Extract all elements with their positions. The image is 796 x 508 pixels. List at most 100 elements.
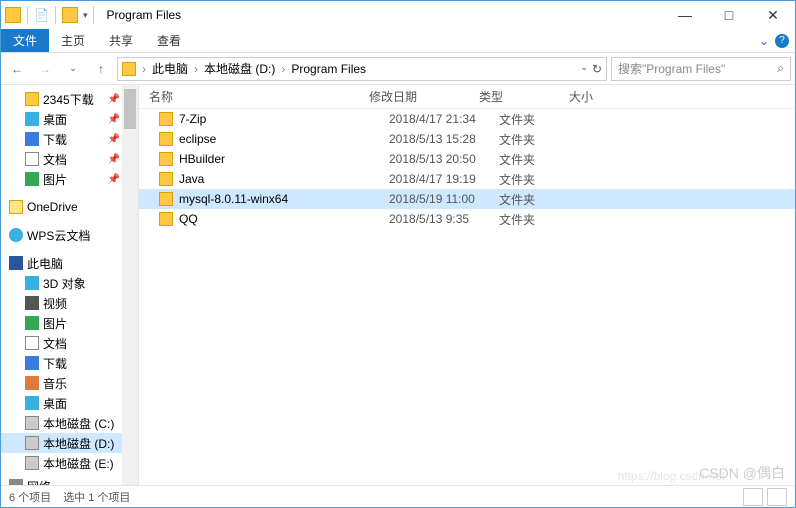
tree-item-label: 桌面 bbox=[43, 111, 67, 128]
tree-item[interactable]: 桌面 📌 bbox=[1, 109, 138, 129]
file-type: 文件夹 bbox=[499, 191, 589, 208]
tree-item-label: 文档 bbox=[43, 151, 67, 168]
back-button[interactable]: ← bbox=[5, 57, 29, 81]
folder-icon bbox=[159, 152, 173, 166]
file-date: 2018/4/17 21:34 bbox=[389, 112, 499, 126]
breadcrumb[interactable]: 本地磁盘 (D:) bbox=[200, 60, 279, 77]
tree-item[interactable]: 图片📌 bbox=[1, 169, 138, 189]
tab-share[interactable]: 共享 bbox=[97, 29, 145, 52]
file-name: eclipse bbox=[179, 132, 389, 146]
tree-item[interactable]: 本地磁盘 (C:) bbox=[1, 413, 138, 433]
tree-item[interactable]: 此电脑 bbox=[1, 253, 138, 273]
forward-button[interactable]: → bbox=[33, 57, 57, 81]
pc-icon bbox=[9, 256, 23, 270]
file-name: mysql-8.0.11-winx64 bbox=[179, 192, 389, 206]
tree-item-label: 此电脑 bbox=[27, 255, 63, 272]
tab-home[interactable]: 主页 bbox=[49, 29, 97, 52]
chevron-right-icon[interactable]: › bbox=[140, 62, 148, 76]
tree-item[interactable]: 图片 bbox=[1, 313, 138, 333]
tree-item[interactable]: 本地磁盘 (E:) bbox=[1, 453, 138, 473]
cloud-icon bbox=[9, 228, 23, 242]
selection-count: 选中 1 个项目 bbox=[63, 489, 130, 505]
tree-item-label: 2345下载 bbox=[43, 91, 94, 108]
col-size[interactable]: 大小 bbox=[569, 88, 629, 105]
column-headers[interactable]: 名称 修改日期 类型 大小 bbox=[139, 85, 795, 109]
dl-icon bbox=[25, 356, 39, 370]
file-type: 文件夹 bbox=[499, 131, 589, 148]
doc-icon bbox=[25, 336, 39, 350]
drive-icon bbox=[25, 436, 39, 450]
help-icon[interactable]: ? bbox=[775, 34, 789, 48]
view-icons-button[interactable] bbox=[767, 488, 787, 506]
pic-icon bbox=[25, 172, 39, 186]
doc-icon[interactable]: 📄 bbox=[34, 8, 49, 22]
refresh-icon[interactable]: ↻ bbox=[592, 62, 602, 76]
onedrive-icon bbox=[9, 200, 23, 214]
breadcrumb[interactable]: 此电脑 bbox=[148, 60, 192, 77]
table-row[interactable]: Java2018/4/17 19:19文件夹 bbox=[139, 169, 795, 189]
search-icon[interactable]: ⌕ bbox=[777, 61, 784, 76]
folder-icon bbox=[159, 212, 173, 226]
tree-item[interactable]: WPS云文档 bbox=[1, 225, 138, 245]
tree-item[interactable]: 文档 bbox=[1, 333, 138, 353]
view-details-button[interactable] bbox=[743, 488, 763, 506]
nav-tree[interactable]: 2345下载📌桌面📌下载📌文档📌图片📌OneDriveWPS云文档此电脑3D 对… bbox=[1, 85, 139, 485]
col-date[interactable]: 修改日期 bbox=[369, 88, 479, 105]
tree-item[interactable]: 3D 对象 bbox=[1, 273, 138, 293]
breadcrumb[interactable]: Program Files bbox=[287, 62, 370, 76]
tree-item-label: 文档 bbox=[43, 335, 67, 352]
pic-icon bbox=[25, 316, 39, 330]
file-type: 文件夹 bbox=[499, 111, 589, 128]
col-type[interactable]: 类型 bbox=[479, 88, 569, 105]
search-placeholder: 搜索"Program Files" bbox=[618, 60, 725, 77]
tree-item-label: 网络 bbox=[27, 478, 51, 486]
file-name: QQ bbox=[179, 212, 389, 226]
tree-item[interactable]: OneDrive bbox=[1, 197, 138, 217]
chevron-right-icon[interactable]: › bbox=[192, 62, 200, 76]
address-bar[interactable]: › 此电脑 › 本地磁盘 (D:) › Program Files ⌄ ↻ bbox=[117, 57, 607, 81]
table-row[interactable]: 7-Zip2018/4/17 21:34文件夹 bbox=[139, 109, 795, 129]
table-row[interactable]: mysql-8.0.11-winx642018/5/19 11:00文件夹 bbox=[139, 189, 795, 209]
status-bar: 6 个项目 选中 1 个项目 bbox=[1, 485, 795, 507]
tree-item[interactable]: 网络 bbox=[1, 476, 138, 485]
tree-item[interactable]: 本地磁盘 (D:) bbox=[1, 433, 138, 453]
watermark: CSDN @偶白 bbox=[699, 463, 785, 483]
table-row[interactable]: QQ2018/5/13 9:35文件夹 bbox=[139, 209, 795, 229]
close-button[interactable]: ✕ bbox=[751, 1, 795, 29]
tree-item-label: OneDrive bbox=[27, 200, 78, 214]
qat-dropdown-icon[interactable]: ▾ bbox=[83, 10, 88, 21]
ribbon-expand-icon[interactable]: ⌄ bbox=[759, 34, 769, 48]
folder-icon bbox=[122, 62, 136, 76]
table-row[interactable]: HBuilder2018/5/13 20:50文件夹 bbox=[139, 149, 795, 169]
tree-item[interactable]: 下载📌 bbox=[1, 129, 138, 149]
pin-icon: 📌 bbox=[108, 174, 120, 185]
maximize-button[interactable]: □ bbox=[707, 1, 751, 29]
minimize-button[interactable]: — bbox=[663, 1, 707, 29]
scrollbar[interactable] bbox=[122, 85, 138, 485]
tree-item-label: 图片 bbox=[43, 315, 67, 332]
tree-item[interactable]: 音乐 bbox=[1, 373, 138, 393]
table-row[interactable]: eclipse2018/5/13 15:28文件夹 bbox=[139, 129, 795, 149]
scrollbar-thumb[interactable] bbox=[124, 89, 136, 129]
tree-item-label: 桌面 bbox=[43, 395, 67, 412]
tree-item[interactable]: 文档📌 bbox=[1, 149, 138, 169]
tab-file[interactable]: 文件 bbox=[1, 29, 49, 52]
search-input[interactable]: 搜索"Program Files" ⌕ bbox=[611, 57, 791, 81]
col-name[interactable]: 名称 bbox=[149, 88, 369, 105]
chevron-right-icon[interactable]: › bbox=[279, 62, 287, 76]
tree-item[interactable]: 桌面 bbox=[1, 393, 138, 413]
tab-view[interactable]: 查看 bbox=[145, 29, 193, 52]
drive-icon bbox=[25, 456, 39, 470]
up-button[interactable]: ↑ bbox=[89, 57, 113, 81]
drive-icon bbox=[25, 416, 39, 430]
tree-item[interactable]: 2345下载📌 bbox=[1, 89, 138, 109]
pin-icon: 📌 bbox=[108, 114, 120, 125]
address-dropdown-icon[interactable]: ⌄ bbox=[580, 62, 588, 76]
folder-icon bbox=[159, 192, 173, 206]
tree-item[interactable]: 视频 bbox=[1, 293, 138, 313]
tree-item[interactable]: 下载 bbox=[1, 353, 138, 373]
vid-icon bbox=[25, 296, 39, 310]
title-bar: 📄 ▾ Program Files — □ ✕ bbox=[1, 1, 795, 29]
cube-icon bbox=[25, 276, 39, 290]
history-dropdown[interactable]: ⌄ bbox=[61, 57, 85, 81]
